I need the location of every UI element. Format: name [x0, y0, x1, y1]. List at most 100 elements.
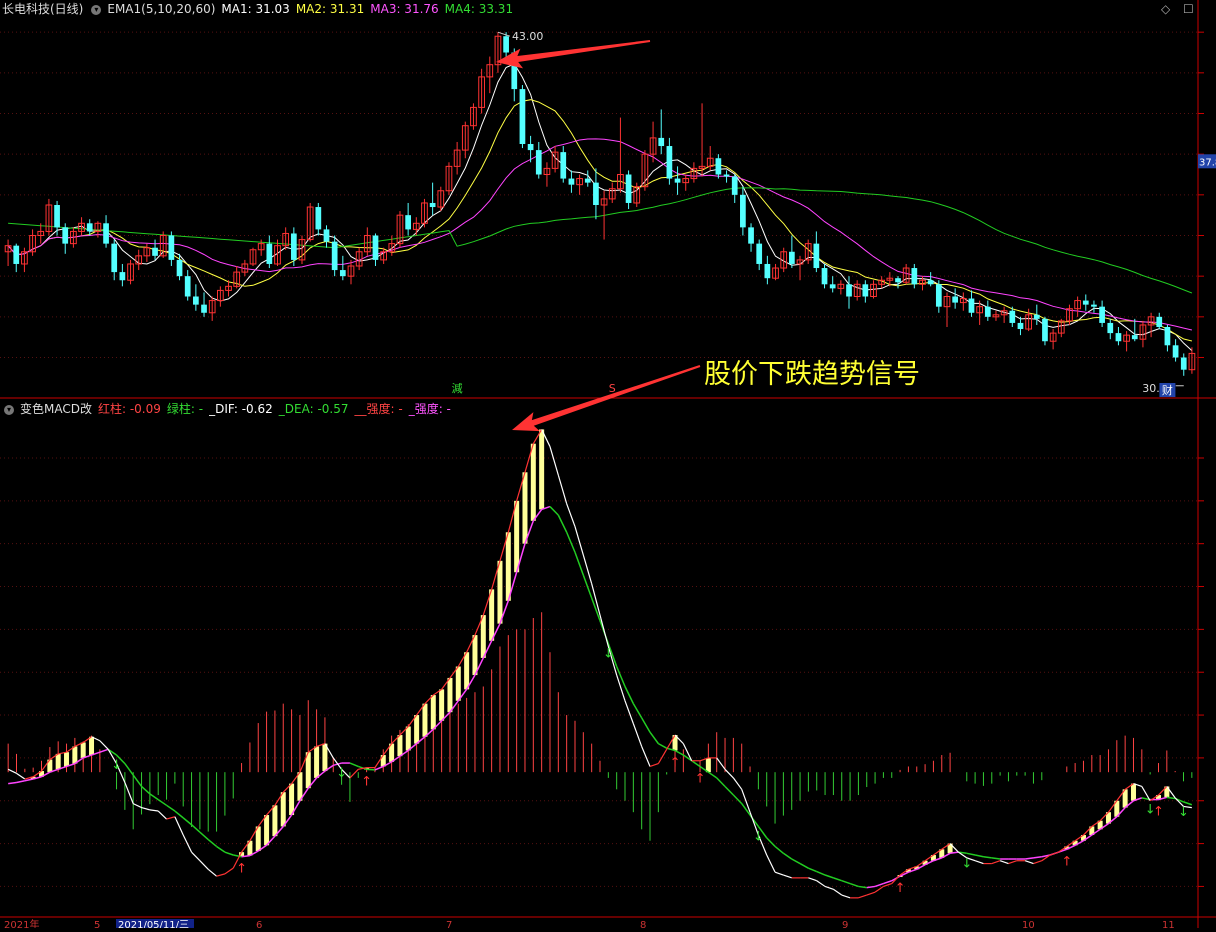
dif-line: [207, 868, 217, 877]
candle-down: [584, 178, 591, 183]
candle-down: [935, 284, 942, 307]
dif-line: [858, 894, 867, 899]
dif-line: [774, 871, 784, 876]
dea-line: [216, 845, 226, 853]
chart-stage[interactable]: 43.0030.0937.8減S财↓↑↓↑↓↑↑↓↑↓↑↓↑↓2021年5678…: [0, 0, 1216, 931]
candle-down: [201, 304, 207, 313]
dif-line: [141, 807, 151, 811]
dif-line: [841, 894, 851, 899]
dea-line: [199, 831, 209, 841]
dif-line: [132, 803, 142, 809]
marker-jian: 減: [452, 381, 463, 395]
dea-line: [641, 717, 651, 733]
candle-down: [560, 152, 567, 179]
candle-down: [666, 146, 673, 179]
candle-down: [331, 241, 338, 271]
candle-down: [1131, 335, 1138, 340]
dif-line: [808, 877, 817, 882]
candle-down: [821, 268, 828, 285]
ma1-value: MA1: 31.03: [221, 2, 290, 16]
dea-line: [974, 854, 984, 858]
macd-highlight-bar: [89, 736, 95, 756]
macd-highlight-bar: [455, 666, 461, 701]
high-pointer: [497, 31, 511, 37]
buy-arrow-icon: ↑: [695, 771, 706, 786]
candle-down: [527, 144, 534, 151]
dea-line: [16, 780, 25, 784]
dif-line: [157, 810, 167, 820]
macd-title: 变色MACD改: [20, 402, 92, 416]
dea-line: [833, 877, 842, 882]
close-icon[interactable]: ☐: [1183, 2, 1194, 16]
dif-line: [7, 768, 17, 774]
sell-arrow-icon: ↓: [336, 766, 347, 781]
diamond-icon[interactable]: ◇: [1161, 2, 1170, 16]
dif-value: _DIF: -0.62: [209, 402, 273, 416]
indicator-menu-icon-bottom[interactable]: ▾: [4, 404, 14, 415]
dif-line: [866, 891, 876, 896]
dea-line: [1166, 796, 1176, 800]
candle-down: [290, 233, 297, 260]
dif-line: [1033, 860, 1042, 865]
dea-line: [191, 824, 201, 833]
chart-canvas[interactable]: 43.0030.0937.8減S财↓↑↓↑↓↑↑↓↑↓↑↓↑↓2021年5678…: [0, 0, 1216, 931]
macd-highlight-bar: [522, 472, 528, 544]
x-axis-date-box: 2021/05/11/三: [118, 920, 189, 928]
buy-arrow-icon: ↑: [1061, 854, 1072, 869]
macd-highlight-bar: [280, 792, 286, 827]
dif-line: [641, 746, 651, 767]
strength2-value: _强度: -: [408, 402, 451, 416]
candle-down: [674, 178, 681, 183]
dea-line: [991, 857, 1001, 860]
stock-title: 长电科技(日线): [2, 2, 84, 16]
candle-down: [715, 158, 722, 175]
annotation-text: 股价下跌趋势信号: [704, 359, 920, 390]
dea-line: [824, 874, 834, 879]
candle-down: [968, 298, 975, 313]
dea-line: [557, 514, 568, 533]
dea-line: [182, 817, 193, 826]
dea-line: [774, 845, 784, 854]
candle-down: [1180, 357, 1187, 370]
price-tag: 37.8: [1199, 157, 1216, 168]
ma2-value: MA2: 31.31: [295, 2, 365, 16]
macd-highlight-bar: [489, 589, 495, 641]
dea-line: [632, 703, 643, 719]
candle-down: [862, 284, 869, 297]
dea-line: [816, 870, 826, 876]
candle-down: [266, 243, 273, 264]
candle-down: [927, 280, 934, 285]
macd-highlight-bar: [514, 500, 520, 573]
candle-down: [568, 178, 575, 185]
candle-down: [846, 284, 852, 297]
dif-line: [174, 816, 184, 836]
dea-line: [132, 774, 143, 787]
dif-line: [833, 888, 843, 896]
candle-down: [731, 176, 738, 195]
red-bar-value: 红柱: -0.09: [97, 402, 161, 416]
candle-down: [429, 202, 436, 208]
macd-highlight-bar: [297, 772, 303, 801]
dea-line: [374, 765, 384, 771]
dif-line: [99, 740, 109, 750]
dea-line: [224, 851, 234, 856]
macd-highlight-bar: [472, 635, 478, 676]
dif-line: [816, 880, 826, 887]
dea-line: [657, 742, 668, 749]
candle-down: [789, 251, 795, 264]
dea-line: [716, 777, 726, 787]
dea-line: [766, 837, 776, 847]
ma1-line: [7, 63, 1193, 351]
dea-line: [649, 731, 659, 745]
dif-line: [874, 885, 884, 893]
candle-down: [339, 270, 346, 277]
candle-down: [1009, 310, 1016, 323]
indicator-menu-icon[interactable]: ▾: [91, 4, 102, 15]
dea-line: [366, 768, 375, 771]
candle-down: [748, 227, 754, 244]
candle-down: [984, 306, 991, 317]
macd-highlight-bar: [272, 805, 278, 837]
candle-down: [103, 223, 109, 244]
candle-down: [1082, 300, 1089, 305]
candle-down: [111, 243, 118, 273]
